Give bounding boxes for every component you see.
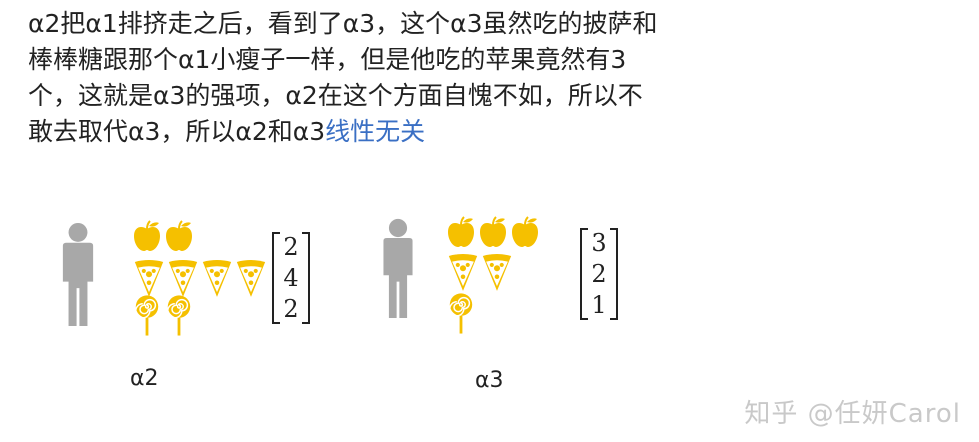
vector-entry-3: 1 [591, 291, 607, 319]
vector-entry-1: 2 [283, 233, 299, 261]
pizza-icon [236, 260, 266, 297]
pizza-icon [134, 260, 164, 297]
vector-entry-2: 4 [283, 264, 299, 292]
pizza-icon [482, 254, 512, 291]
lollipop-icon [166, 294, 192, 337]
caption-alpha2: α2 [130, 366, 159, 391]
apple-icon [511, 216, 539, 248]
vector-entry-3: 2 [283, 295, 299, 323]
vector-entry-1: 3 [591, 229, 607, 257]
lollipop-icon [134, 294, 160, 337]
pizza-icon [202, 260, 232, 297]
apple-icon [133, 220, 161, 252]
caption-alpha3: α3 [475, 368, 504, 393]
pizza-icon [448, 254, 478, 291]
apple-icon [447, 216, 475, 248]
apple-icon [479, 216, 507, 248]
lollipop-icon [448, 292, 474, 335]
zhihu-watermark: 知乎 @任妍Carol [744, 399, 961, 429]
vector-alpha2: 2 4 2 [272, 232, 310, 324]
person-icon [62, 222, 94, 326]
pizza-icon [168, 260, 198, 297]
vector-entry-2: 2 [591, 260, 607, 288]
apple-icon [165, 220, 193, 252]
vector-alpha3: 3 2 1 [580, 228, 618, 320]
person-icon [383, 218, 413, 318]
